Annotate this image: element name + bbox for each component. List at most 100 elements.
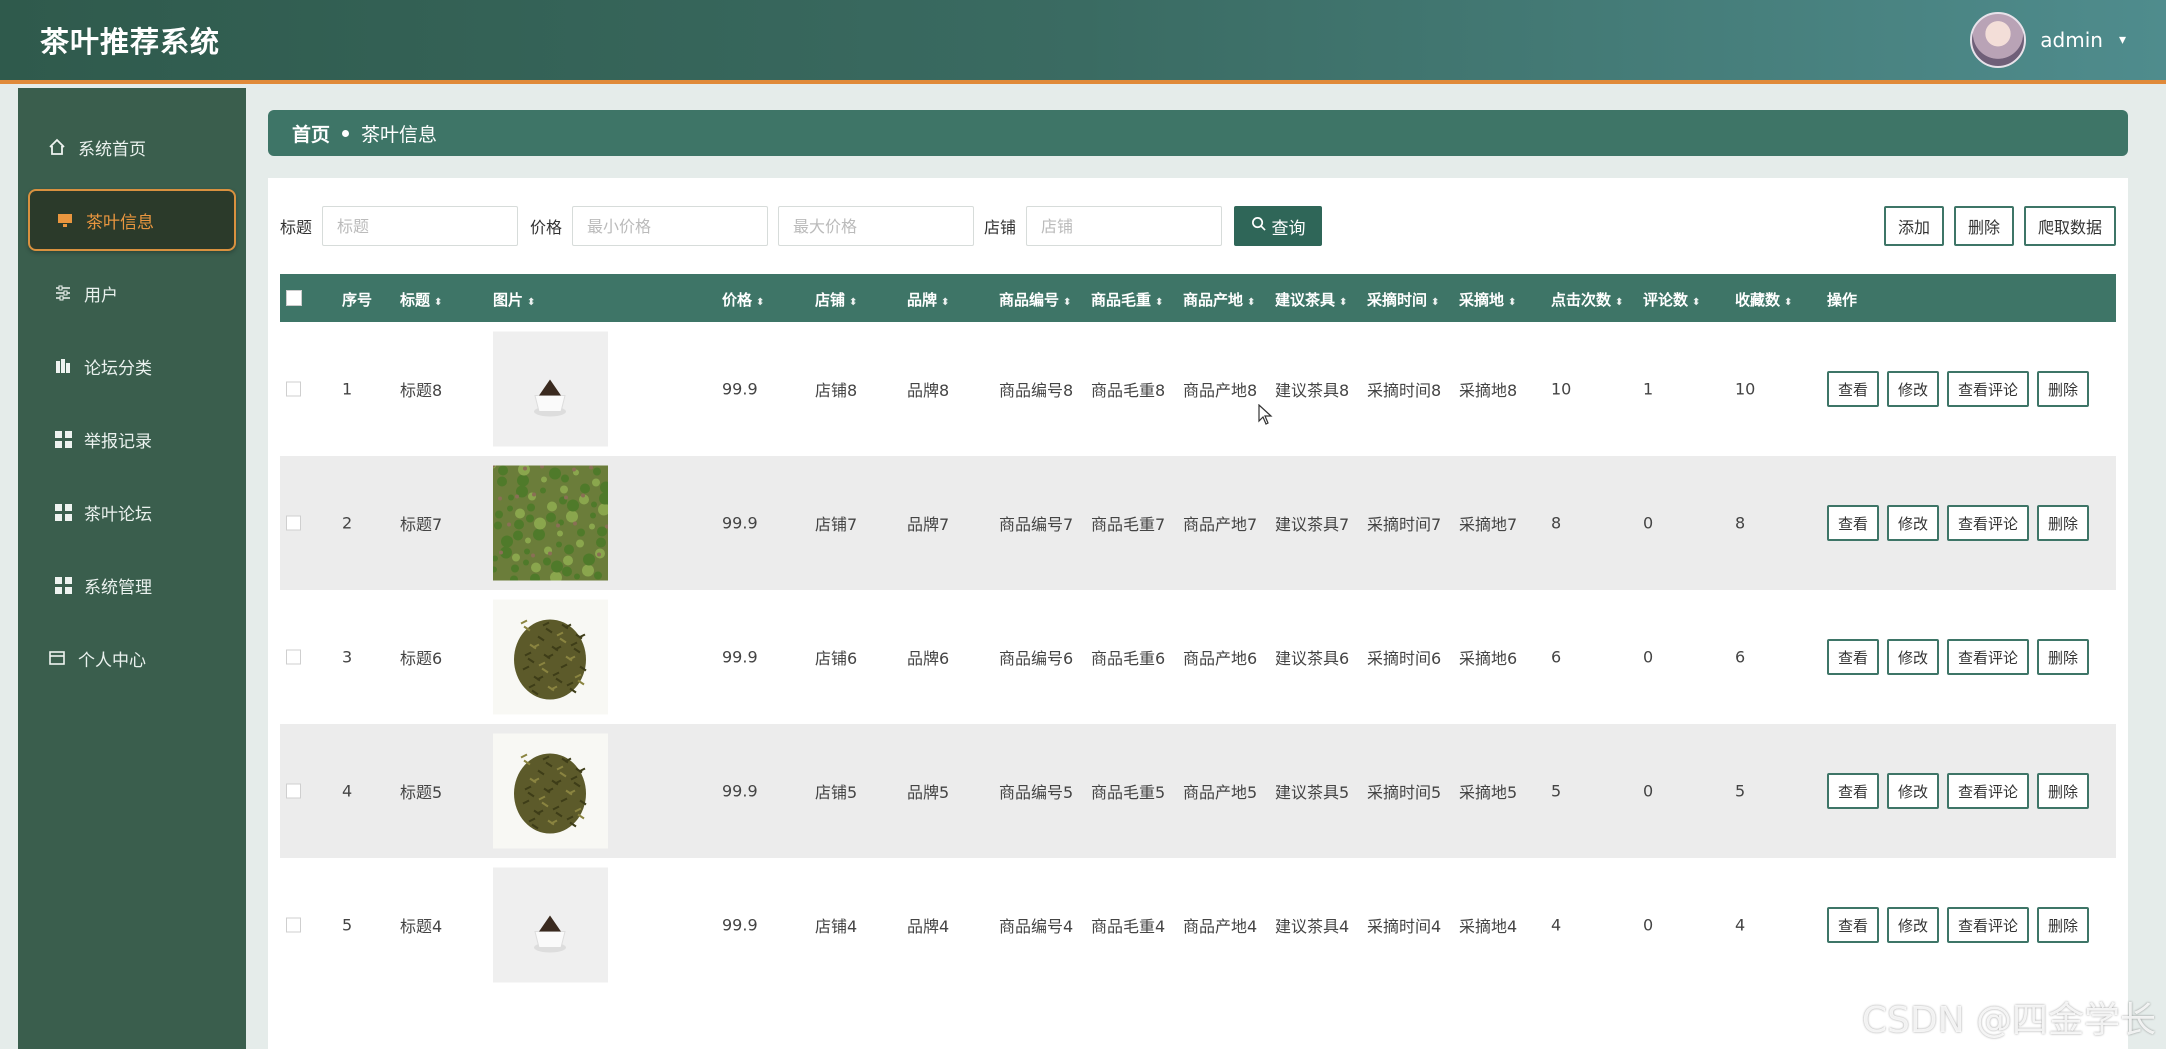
column-header[interactable]: 评论数 ⬍: [1643, 289, 1700, 310]
column-header[interactable]: 店铺 ⬍: [815, 289, 857, 310]
cell-no: 2: [342, 513, 353, 533]
sidebar-item-tea-info[interactable]: 茶叶信息: [28, 189, 236, 251]
cell-comments: 0: [1643, 915, 1654, 935]
cell-weight: 商品毛重5: [1091, 783, 1166, 802]
column-header[interactable]: 商品毛重 ⬍: [1091, 289, 1163, 310]
edit-button[interactable]: 修改: [1887, 639, 1940, 675]
cell-price: 99.9: [722, 781, 758, 801]
cell-brand: 品牌8: [907, 381, 950, 400]
column-header[interactable]: 收藏数 ⬍: [1735, 289, 1792, 310]
shop-filter-label: 店铺: [984, 218, 1017, 237]
monitor-icon: [56, 211, 74, 229]
title-search-input[interactable]: [322, 206, 519, 246]
cell-title: 标题7: [400, 515, 443, 534]
cell-code: 商品编号6: [999, 649, 1074, 668]
column-header[interactable]: 采摘时间 ⬍: [1367, 289, 1439, 310]
cell-brand: 品牌4: [907, 917, 950, 936]
sidebar-item-system-admin[interactable]: 系统管理: [28, 554, 236, 616]
sidebar-item-tea-forum[interactable]: 茶叶论坛: [28, 481, 236, 543]
column-header[interactable]: 建议茶具 ⬍: [1275, 289, 1347, 310]
column-header[interactable]: 品牌 ⬍: [907, 289, 949, 310]
sidebar-item-profile[interactable]: 个人中心: [28, 627, 236, 689]
column-header[interactable]: 点击次数 ⬍: [1551, 289, 1623, 310]
username[interactable]: admin: [2040, 28, 2103, 52]
sidebar-item-label: 茶叶信息: [86, 212, 154, 233]
sidebar-item-forum-category[interactable]: 论坛分类: [28, 335, 236, 397]
cell-comments: 1: [1643, 379, 1654, 399]
delete-button[interactable]: 删除: [2037, 371, 2090, 407]
sort-icon: ⬍: [1508, 297, 1517, 308]
sidebar-item-home[interactable]: 系统首页: [28, 116, 236, 178]
row-checkbox[interactable]: [286, 783, 301, 799]
edit-button[interactable]: 修改: [1887, 371, 1940, 407]
view-button[interactable]: 查看: [1827, 505, 1880, 541]
column-header[interactable]: 图片 ⬍: [493, 289, 535, 310]
cell-no: 4: [342, 781, 353, 801]
view-button[interactable]: 查看: [1827, 639, 1880, 675]
edit-button[interactable]: 修改: [1887, 505, 1940, 541]
delete-button[interactable]: 删除: [2037, 773, 2090, 809]
user-menu[interactable]: admin ▾: [1970, 12, 2126, 68]
column-header[interactable]: 商品编号 ⬍: [999, 289, 1071, 310]
row-checkbox[interactable]: [286, 515, 301, 531]
cell-no: 5: [342, 915, 353, 935]
cell-teaware: 建议茶具7: [1275, 515, 1350, 534]
chevron-down-icon[interactable]: ▾: [2119, 32, 2126, 48]
avatar[interactable]: [1970, 12, 2027, 68]
row-checkbox[interactable]: [286, 381, 301, 397]
min-price-input[interactable]: [572, 206, 769, 246]
edit-button[interactable]: 修改: [1887, 907, 1940, 943]
cell-title: 标题4: [400, 917, 443, 936]
sidebar-item-reports[interactable]: 举报记录: [28, 408, 236, 470]
cell-pick-place: 采摘地8: [1459, 381, 1518, 400]
sidebar-item-label: 茶叶论坛: [84, 504, 152, 525]
select-all-checkbox[interactable]: [286, 290, 302, 306]
shop-search-input[interactable]: [1026, 206, 1223, 246]
cell-favorites: 10: [1735, 379, 1756, 399]
toolbar-actions: 添加 删除 爬取数据: [1883, 206, 2116, 246]
cell-clicks: 5: [1551, 781, 1562, 801]
view-button[interactable]: 查看: [1827, 371, 1880, 407]
view-comments-button[interactable]: 查看评论: [1947, 639, 2030, 675]
edit-button[interactable]: 修改: [1887, 773, 1940, 809]
sidebar-item-label: 个人中心: [78, 650, 146, 671]
cell-code: 商品编号7: [999, 515, 1074, 534]
column-header[interactable]: 标题 ⬍: [400, 289, 442, 310]
add-button[interactable]: 添加: [1883, 206, 1944, 246]
view-button[interactable]: 查看: [1827, 773, 1880, 809]
cell-teaware: 建议茶具4: [1275, 917, 1350, 936]
query-button[interactable]: 查询: [1234, 206, 1323, 246]
sort-icon: ⬍: [1247, 297, 1256, 308]
cell-pick-place: 采摘地6: [1459, 649, 1518, 668]
crawl-data-button[interactable]: 爬取数据: [2023, 206, 2116, 246]
delete-button[interactable]: 删除: [2037, 639, 2090, 675]
max-price-input[interactable]: [778, 206, 975, 246]
view-comments-button[interactable]: 查看评论: [1947, 907, 2030, 943]
cell-clicks: 8: [1551, 513, 1562, 533]
cell-pick-time: 采摘时间4: [1367, 917, 1442, 936]
delete-button[interactable]: 删除: [2037, 907, 2090, 943]
watermark: CSDN @四金学长: [1861, 1000, 2156, 1041]
row-checkbox[interactable]: [286, 917, 301, 933]
sidebar-item-users[interactable]: 用户: [28, 262, 236, 324]
sidebar-item-label: 论坛分类: [84, 358, 152, 379]
sort-icon: ⬍: [434, 297, 443, 308]
row-checkbox[interactable]: [286, 649, 301, 665]
batch-delete-button[interactable]: 删除: [1953, 206, 2014, 246]
cell-origin: 商品产地6: [1183, 649, 1258, 668]
column-header[interactable]: 采摘地 ⬍: [1459, 289, 1516, 310]
view-comments-button[interactable]: 查看评论: [1947, 371, 2030, 407]
view-button[interactable]: 查看: [1827, 907, 1880, 943]
sort-icon: ⬍: [1339, 297, 1348, 308]
delete-button[interactable]: 删除: [2037, 505, 2090, 541]
column-header[interactable]: 商品产地 ⬍: [1183, 289, 1255, 310]
cell-pick-place: 采摘地7: [1459, 515, 1518, 534]
column-header[interactable]: 价格 ⬍: [722, 289, 764, 310]
query-button-label: 查询: [1271, 218, 1306, 238]
view-comments-button[interactable]: 查看评论: [1947, 505, 2030, 541]
breadcrumb-home[interactable]: 首页: [292, 120, 330, 147]
cell-clicks: 10: [1551, 379, 1572, 399]
row-actions: 查看 修改 查看评论 删除: [1827, 773, 2090, 809]
cell-brand: 品牌7: [907, 515, 950, 534]
view-comments-button[interactable]: 查看评论: [1947, 773, 2030, 809]
